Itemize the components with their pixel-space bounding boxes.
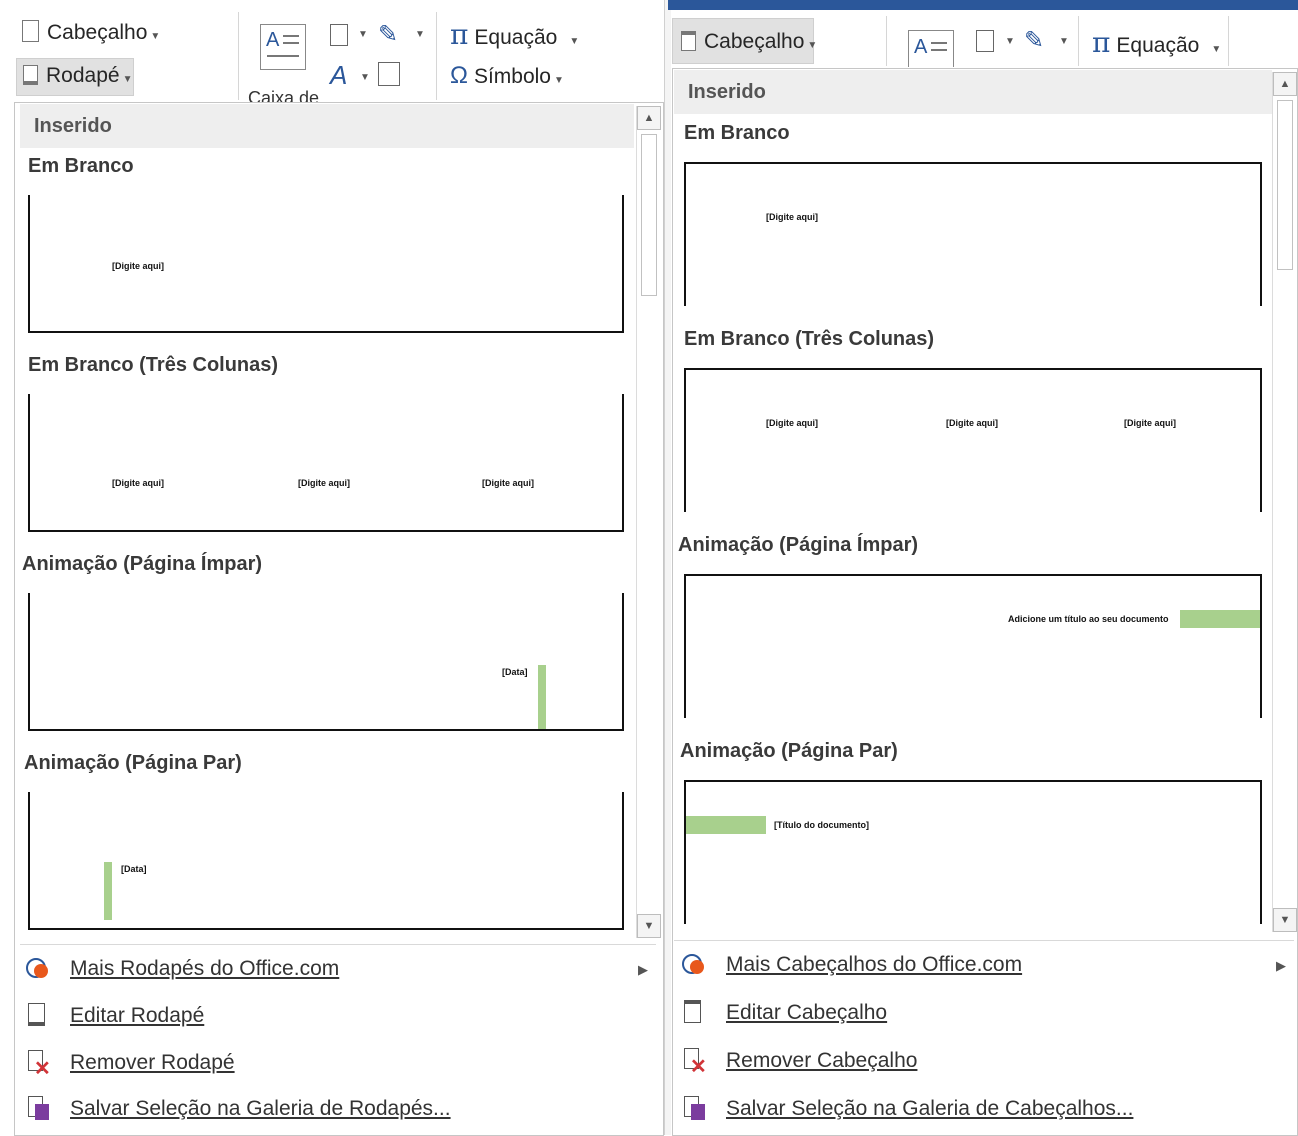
gallery-item-animation-even[interactable]: [Título do documento] [684, 780, 1262, 924]
wordart-icon[interactable]: A [330, 60, 347, 91]
menu-remove-footer[interactable]: ✕ Remover Rodapé [26, 1050, 235, 1080]
menu-save-footer-gallery[interactable]: Salvar Seleção na Galeria de Rodapés... [26, 1096, 451, 1122]
chevron-down-icon: ▼ [415, 29, 425, 40]
header-button[interactable]: Cabeçalho ▼ [22, 20, 160, 45]
footer-page-icon [23, 65, 38, 85]
header-page-icon [22, 20, 39, 42]
text-box-button[interactable]: A [908, 30, 954, 67]
gallery-scrollbar[interactable]: ▲ ▼ [1272, 72, 1297, 932]
menu-more-footers[interactable]: Mais Rodapés do Office.com [26, 956, 339, 982]
chevron-down-icon: ▼ [554, 75, 564, 86]
placeholder-text: [Data] [502, 667, 528, 677]
text-box-icon: A [266, 29, 280, 51]
remove-header-icon: ✕ [682, 1048, 707, 1078]
gallery-item-title: Animação (Página Par) [24, 752, 242, 774]
footer-button[interactable]: Rodapé ▼ [16, 58, 134, 96]
placeholder-text: [Digite aqui] [112, 261, 164, 271]
save-gallery-icon [682, 1096, 706, 1122]
equation-button[interactable]: π Equação ▼ [1092, 26, 1221, 59]
office-globe-icon [682, 952, 706, 978]
gallery-item-blank-three-columns[interactable]: [Digite aqui] [Digite aqui] [Digite aqui… [684, 368, 1262, 512]
chevron-down-icon: ▼ [358, 29, 368, 40]
gallery-item-title: Em Branco (Três Colunas) [684, 328, 935, 350]
placeholder-text: [Data] [121, 864, 147, 874]
menu-save-header-gallery[interactable]: Salvar Seleção na Galeria de Cabeçalhos.… [682, 1096, 1133, 1122]
menu-more-headers[interactable]: Mais Cabeçalhos do Office.com [682, 952, 1022, 978]
omega-icon: Ω [450, 62, 468, 89]
gallery-item-animation-odd[interactable]: [Data] [28, 593, 624, 731]
scroll-up-icon[interactable]: ▲ [1273, 72, 1297, 96]
gallery-item-title: Em Branco [684, 122, 790, 144]
scroll-down-icon[interactable]: ▼ [1273, 908, 1297, 932]
placeholder-text: [Digite aqui] [766, 212, 818, 222]
edit-header-icon [682, 1000, 706, 1026]
placeholder-text: [Digite aqui] [482, 478, 534, 488]
equation-button[interactable]: π Equação ▼ [450, 18, 579, 51]
menu-remove-header[interactable]: ✕ Remover Cabeçalho [682, 1048, 917, 1078]
placeholder-text: [Digite aqui] [1124, 418, 1176, 428]
placeholder-text: [Digite aqui] [946, 418, 998, 428]
pi-icon: π [450, 18, 469, 51]
category-header: Inserido [20, 104, 634, 148]
chevron-down-icon: ▼ [122, 74, 133, 85]
gallery-item-blank[interactable]: [Digite aqui] [684, 162, 1262, 306]
gallery-item-title: Animação (Página Ímpar) [22, 553, 263, 575]
submenu-arrow-icon: ▶ [638, 962, 648, 977]
signature-line-icon[interactable]: ✎ [1024, 26, 1044, 55]
chevron-down-icon: ▼ [150, 31, 161, 42]
chevron-down-icon: ▼ [1211, 44, 1222, 55]
menu-edit-footer[interactable]: Editar Rodapé [26, 1003, 204, 1029]
gallery-item-title: Animação (Página Par) [680, 740, 898, 762]
placeholder-text: [Título do documento] [774, 820, 869, 830]
scrollbar-thumb[interactable] [1277, 100, 1293, 270]
category-header: Inserido [674, 70, 1272, 114]
header-button[interactable]: Cabeçalho ▼ [672, 18, 818, 64]
chevron-down-icon: ▼ [569, 36, 580, 47]
submenu-arrow-icon: ▶ [1276, 958, 1286, 973]
title-accent-bar [668, 0, 1298, 10]
header-page-icon [681, 31, 696, 51]
pi-icon: π [1092, 26, 1111, 59]
office-globe-icon [26, 956, 50, 982]
gallery-item-title: Em Branco [28, 155, 134, 177]
chevron-down-icon: ▼ [807, 40, 818, 51]
date-time-icon[interactable] [378, 62, 400, 86]
scroll-up-icon[interactable]: ▲ [637, 106, 661, 130]
chevron-down-icon: ▼ [360, 72, 370, 83]
text-box-icon: A [914, 36, 928, 58]
placeholder-text: [Digite aqui] [766, 418, 818, 428]
text-box-button[interactable]: A [260, 24, 306, 70]
gallery-item-title: Animação (Página Ímpar) [678, 534, 919, 556]
quick-parts-icon[interactable] [976, 30, 994, 52]
signature-line-icon[interactable]: ✎ [378, 20, 398, 49]
edit-footer-icon [26, 1003, 50, 1029]
save-gallery-icon [26, 1096, 50, 1122]
remove-footer-icon: ✕ [26, 1050, 51, 1080]
quick-parts-icon[interactable] [330, 24, 348, 46]
scroll-down-icon[interactable]: ▼ [637, 914, 661, 938]
chevron-down-icon: ▼ [1005, 36, 1015, 47]
gallery-item-blank-three-columns[interactable]: [Digite aqui] [Digite aqui] [Digite aqui… [28, 394, 624, 532]
chevron-down-icon: ▼ [1059, 36, 1069, 47]
gallery-item-title: Em Branco (Três Colunas) [28, 354, 279, 376]
symbol-button[interactable]: Ω Símbolo ▼ [450, 62, 564, 90]
text-box-label: Caixa de [248, 88, 320, 102]
placeholder-text: [Digite aqui] [298, 478, 350, 488]
placeholder-text: Adicione um título ao seu documento [1008, 614, 1169, 624]
menu-edit-header[interactable]: Editar Cabeçalho [682, 1000, 887, 1026]
gallery-item-animation-odd[interactable]: Adicione um título ao seu documento [684, 574, 1262, 718]
scrollbar-thumb[interactable] [641, 134, 657, 296]
placeholder-text: [Digite aqui] [112, 478, 164, 488]
gallery-item-animation-even[interactable]: [Data] [28, 792, 624, 930]
gallery-item-blank[interactable]: [Digite aqui] [28, 195, 624, 333]
gallery-scrollbar[interactable]: ▲ ▼ [636, 106, 661, 938]
